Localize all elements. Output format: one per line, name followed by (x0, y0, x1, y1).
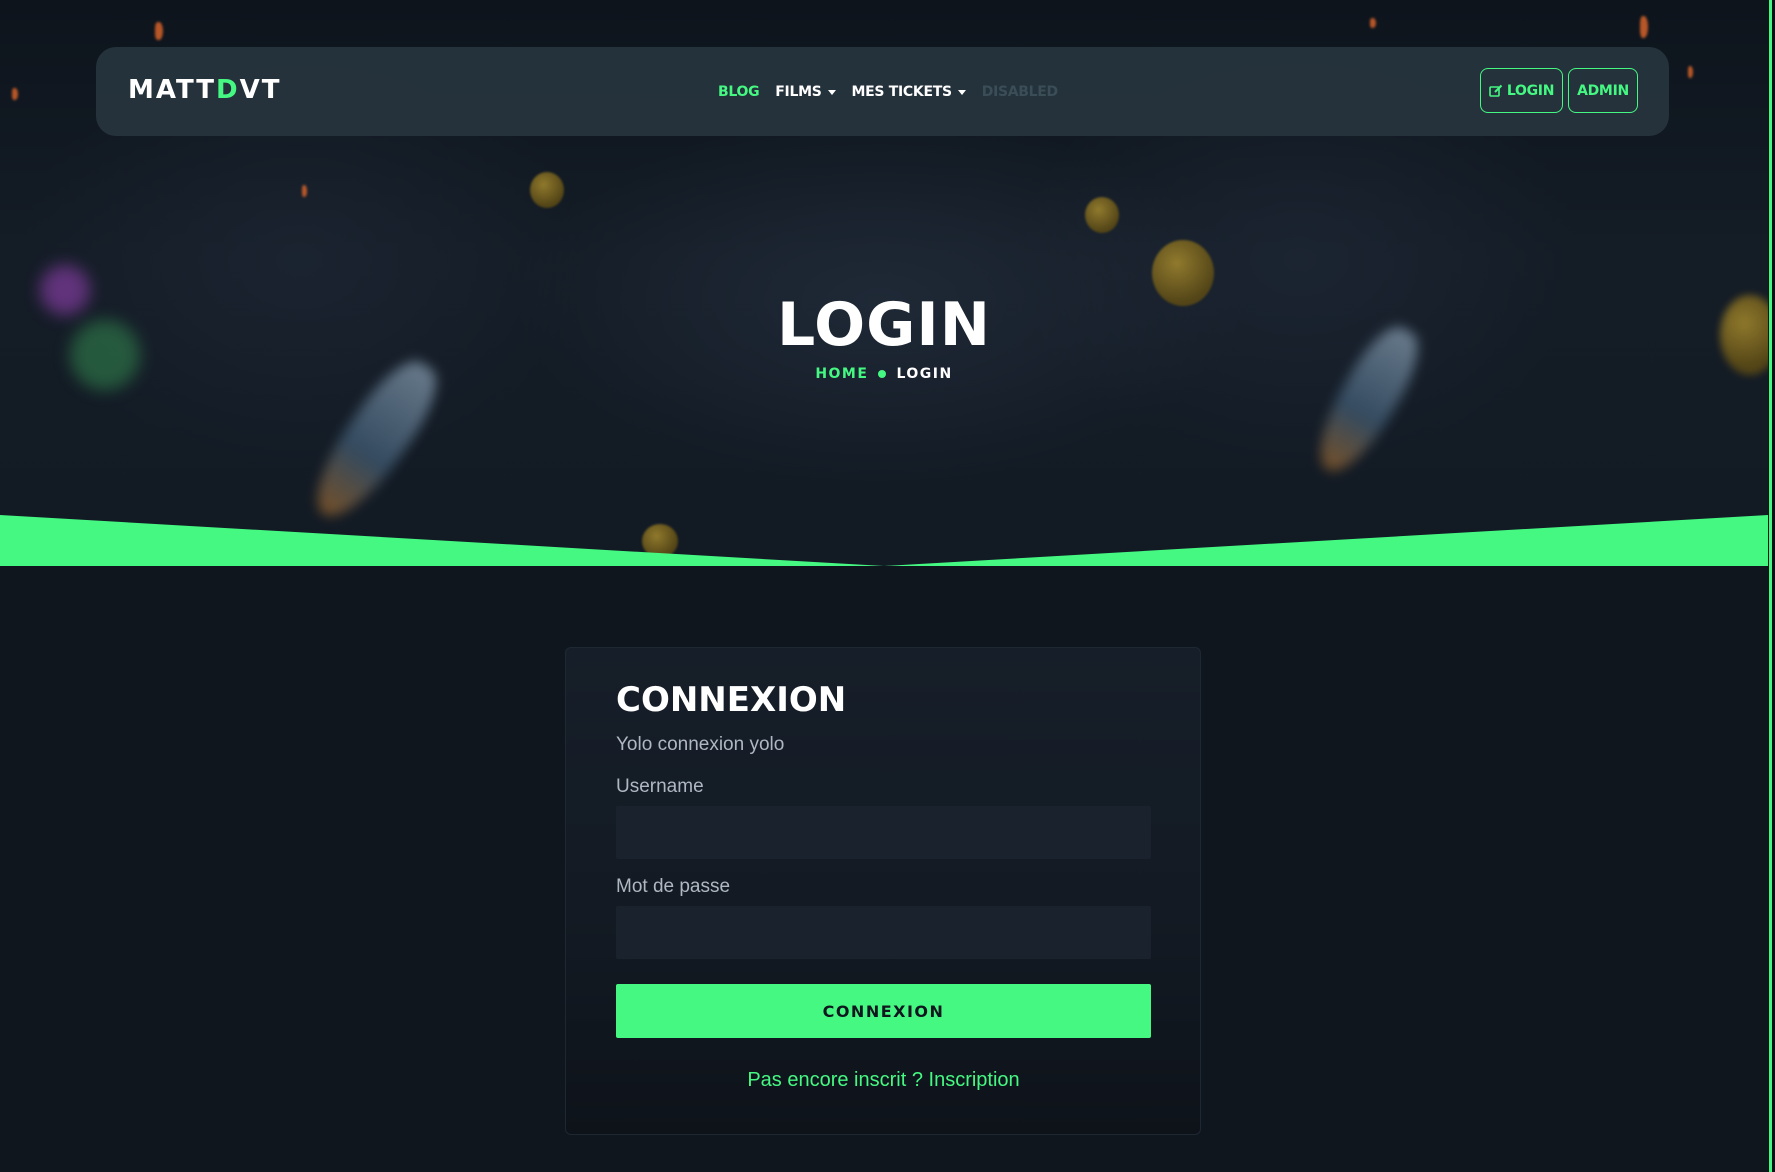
brand-text-end: VT (239, 75, 282, 105)
decor-ember (1370, 18, 1376, 28)
password-label: Mot de passe (616, 876, 731, 897)
username-label: Username (616, 776, 704, 797)
breadcrumb-current: LOGIN (896, 366, 953, 382)
username-input[interactable] (616, 806, 1151, 859)
decor-ember (1688, 66, 1693, 78)
breadcrumb-separator-dot (878, 370, 887, 378)
scrollbar-thumb[interactable] (1769, 0, 1772, 1172)
hero-wedge-divider (0, 515, 1768, 566)
decor-coin (530, 172, 564, 208)
login-button-label: LOGIN (1506, 82, 1555, 99)
login-card-title: CONNEXION (616, 680, 847, 720)
decor-ember (12, 88, 18, 100)
login-button[interactable]: LOGIN (1480, 68, 1563, 113)
breadcrumb-home-link[interactable]: HOME (815, 366, 868, 382)
nav-link-films-label: FILMS (775, 84, 822, 100)
decor-coin (1085, 197, 1119, 233)
decor-ember (155, 22, 163, 40)
connexion-submit-button[interactable]: CONNEXION (616, 984, 1151, 1038)
nav-links: BLOG FILMS MES TICKETS DISABLED (718, 84, 1058, 100)
brand-logo[interactable]: MATTDVT (128, 75, 282, 105)
edit-icon (1489, 84, 1503, 97)
page-title: LOGIN (777, 290, 991, 360)
nav-link-blog[interactable]: BLOG (718, 84, 760, 100)
password-input[interactable] (616, 906, 1151, 959)
nav-link-films[interactable]: FILMS (775, 84, 836, 100)
login-card: CONNEXION Yolo connexion yolo Username M… (565, 647, 1201, 1135)
admin-button-label: ADMIN (1577, 82, 1629, 99)
admin-button[interactable]: ADMIN (1568, 68, 1638, 113)
nav-link-mes-tickets-label: MES TICKETS (851, 84, 953, 100)
nav-link-disabled: DISABLED (981, 84, 1058, 100)
login-card-subtitle: Yolo connexion yolo (616, 734, 785, 755)
navbar: MATTDVT BLOG FILMS MES TICKETS DISABLED … (96, 47, 1669, 136)
decor-ember (1640, 16, 1648, 38)
caret-down-icon (827, 89, 836, 95)
nav-link-mes-tickets[interactable]: MES TICKETS (852, 84, 966, 100)
breadcrumb: HOME LOGIN (0, 366, 1768, 382)
register-link[interactable]: Pas encore inscrit ? Inscription (616, 1069, 1151, 1092)
brand-text: MATT (128, 75, 217, 105)
caret-down-icon (957, 89, 966, 95)
brand-accent-letter: D (216, 75, 240, 105)
decor-ember (302, 185, 307, 197)
